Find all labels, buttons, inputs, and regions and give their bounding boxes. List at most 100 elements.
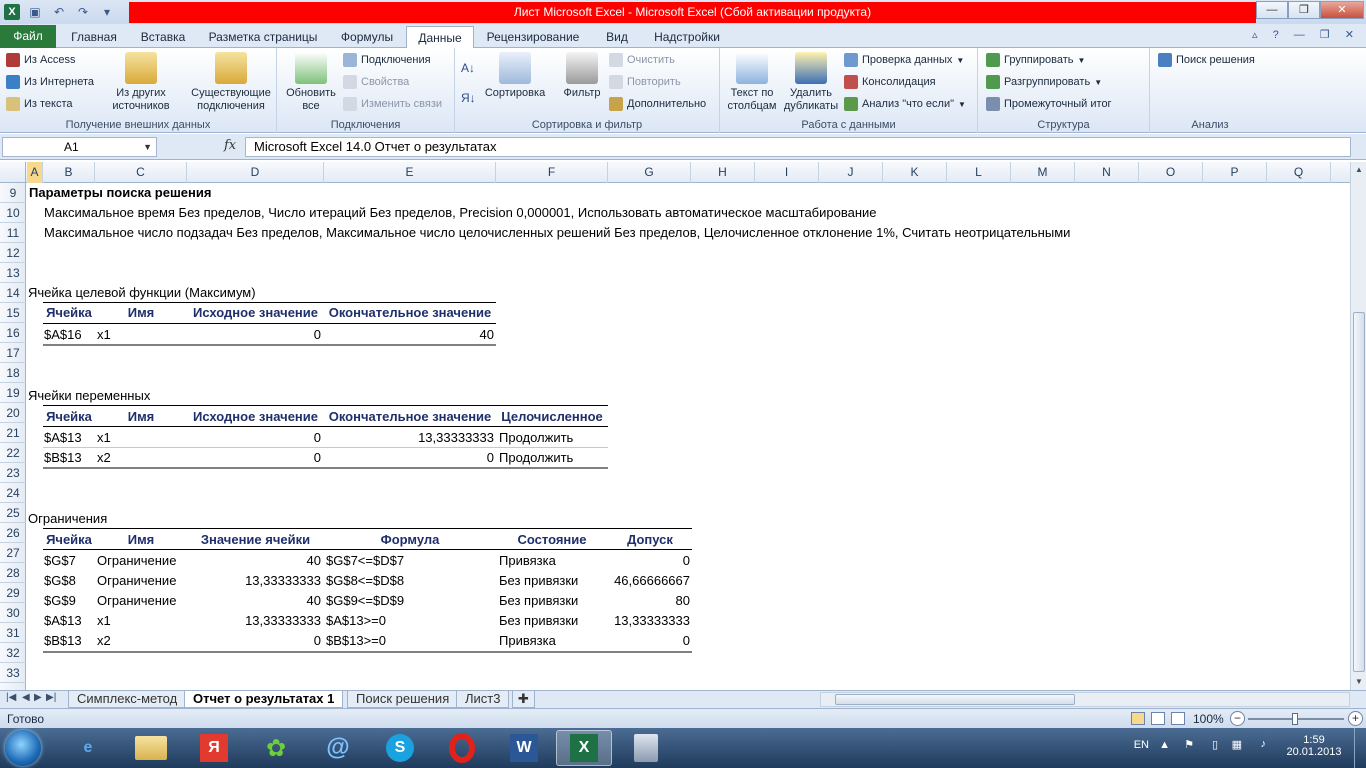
column-header[interactable]: D	[187, 162, 324, 183]
from-other-sources-button[interactable]: Из других источников	[104, 50, 178, 113]
tab-home[interactable]: Главная	[60, 26, 128, 48]
row-header[interactable]: 17	[0, 343, 26, 363]
horizontal-scrollbar[interactable]	[820, 692, 1350, 707]
next-sheet-icon[interactable]: ▶	[34, 692, 42, 703]
tab-data[interactable]: Данные	[406, 26, 474, 49]
row-header[interactable]: 14	[0, 283, 26, 303]
reapply-button[interactable]: Повторить	[609, 72, 681, 92]
row-header[interactable]: 29	[0, 583, 26, 603]
worksheet[interactable]: Параметры поиска решения Максимальное вр…	[27, 183, 1350, 690]
row-header[interactable]: 24	[0, 483, 26, 503]
column-header[interactable]: P	[1203, 162, 1267, 183]
sheet-tab[interactable]: Поиск решения	[347, 691, 459, 708]
row-header[interactable]: 20	[0, 403, 26, 423]
insert-sheet-icon[interactable]: ✚	[512, 691, 535, 708]
clear-filter-button[interactable]: Очистить	[609, 50, 675, 70]
zoom-in-icon[interactable]: +	[1348, 711, 1363, 726]
row-header[interactable]: 15	[0, 303, 26, 323]
column-header[interactable]: C	[95, 162, 187, 183]
prev-sheet-icon[interactable]: ◀	[22, 692, 30, 703]
excel-logo-icon[interactable]: X	[4, 4, 20, 20]
column-header[interactable]: G	[608, 162, 691, 183]
from-access-button[interactable]: Из Access	[6, 50, 75, 70]
row-header[interactable]: 16	[0, 323, 26, 343]
scroll-up-icon[interactable]: ▲	[1351, 162, 1366, 178]
show-hidden-icons-icon[interactable]: ▲	[1159, 739, 1170, 751]
network-icon[interactable]: ▦	[1232, 738, 1242, 751]
vertical-scrollbar[interactable]: ▲ ▼	[1350, 162, 1366, 690]
properties-button[interactable]: Свойства	[343, 72, 409, 92]
data-validation-button[interactable]: Проверка данных ▼	[844, 50, 964, 70]
row-header[interactable]: 12	[0, 243, 26, 263]
refresh-all-button[interactable]: Обновить все	[281, 50, 341, 113]
sheet-tab[interactable]: Симплекс-метод	[68, 691, 187, 708]
row-header[interactable]: 10	[0, 203, 26, 223]
select-all-button[interactable]	[0, 162, 26, 183]
undo-icon[interactable]: ↶	[50, 3, 68, 21]
last-sheet-icon[interactable]: ▶|	[46, 692, 56, 703]
column-header[interactable]: I	[755, 162, 819, 183]
subtotal-button[interactable]: Промежуточный итог	[986, 94, 1112, 114]
normal-view-icon[interactable]	[1131, 712, 1145, 725]
row-header[interactable]: 18	[0, 363, 26, 383]
internet-explorer-icon[interactable]: e	[60, 730, 116, 766]
minimize-button[interactable]: —	[1256, 1, 1288, 19]
column-header[interactable]: J	[819, 162, 883, 183]
column-header[interactable]: H	[691, 162, 755, 183]
page-break-view-icon[interactable]	[1171, 712, 1185, 725]
ribbon-window-controls[interactable]: ▵ ? — ❐ ✕	[1252, 28, 1360, 41]
column-header[interactable]: A	[27, 162, 43, 183]
row-header[interactable]: 27	[0, 543, 26, 563]
column-header[interactable]: O	[1139, 162, 1203, 183]
excel-taskbar-icon[interactable]: X	[556, 730, 612, 766]
zoom-out-icon[interactable]: −	[1230, 711, 1245, 726]
from-web-button[interactable]: Из Интернета	[6, 72, 94, 92]
row-header[interactable]: 32	[0, 643, 26, 663]
row-header[interactable]: 19	[0, 383, 26, 403]
row-header[interactable]: 28	[0, 563, 26, 583]
row-header[interactable]: 25	[0, 503, 26, 523]
row-header[interactable]: 21	[0, 423, 26, 443]
column-header[interactable]: F	[496, 162, 608, 183]
what-if-button[interactable]: Анализ "что если" ▼	[844, 94, 966, 114]
column-header[interactable]: L	[947, 162, 1011, 183]
column-header[interactable]: M	[1011, 162, 1075, 183]
device-icon[interactable]: ▯	[1212, 738, 1218, 751]
show-desktop-button[interactable]	[1354, 728, 1366, 768]
text-to-columns-button[interactable]: Текст по столбцам	[724, 50, 780, 113]
row-header[interactable]: 30	[0, 603, 26, 623]
edit-links-button[interactable]: Изменить связи	[343, 94, 442, 114]
ungroup-button[interactable]: Разгруппировать ▼	[986, 72, 1102, 92]
scroll-down-icon[interactable]: ▼	[1351, 674, 1366, 690]
start-button[interactable]	[5, 730, 41, 766]
zoom-level[interactable]: 100%	[1193, 712, 1224, 726]
advanced-filter-button[interactable]: Дополнительно	[609, 94, 706, 114]
connections-button[interactable]: Подключения	[343, 50, 431, 70]
column-header[interactable]: E	[324, 162, 496, 183]
filter-button[interactable]: Фильтр	[557, 50, 607, 100]
clock[interactable]: 1:59 20.01.2013	[1286, 734, 1342, 758]
tab-formulas[interactable]: Формулы	[330, 26, 404, 48]
row-header[interactable]: 26	[0, 523, 26, 543]
existing-connections-button[interactable]: Существующие подключения	[188, 50, 274, 113]
sort-za-button[interactable]: Я↓	[461, 88, 476, 108]
tab-file[interactable]: Файл	[0, 25, 56, 48]
row-header[interactable]: 11	[0, 223, 26, 243]
column-header[interactable]: K	[883, 162, 947, 183]
sheet-tab[interactable]: Лист3	[456, 691, 510, 708]
tab-page-layout[interactable]: Разметка страницы	[198, 26, 328, 48]
row-header[interactable]: 9	[0, 183, 26, 203]
zoom-slider-knob[interactable]	[1292, 713, 1298, 725]
customize-qat-icon[interactable]: ▾	[98, 3, 116, 21]
maximize-button[interactable]: ❐	[1288, 1, 1320, 19]
row-header[interactable]: 22	[0, 443, 26, 463]
sort-button[interactable]: Сортировка	[483, 50, 547, 100]
first-sheet-icon[interactable]: |◀	[6, 692, 16, 703]
sheet-tab-active[interactable]: Отчет о результатах 1	[184, 691, 344, 708]
word-icon[interactable]: W	[496, 730, 552, 766]
icq-icon[interactable]: ✿	[248, 730, 304, 766]
row-header[interactable]: 23	[0, 463, 26, 483]
opera-icon[interactable]	[434, 730, 490, 766]
language-indicator[interactable]: EN	[1134, 739, 1149, 751]
row-header[interactable]: 13	[0, 263, 26, 283]
